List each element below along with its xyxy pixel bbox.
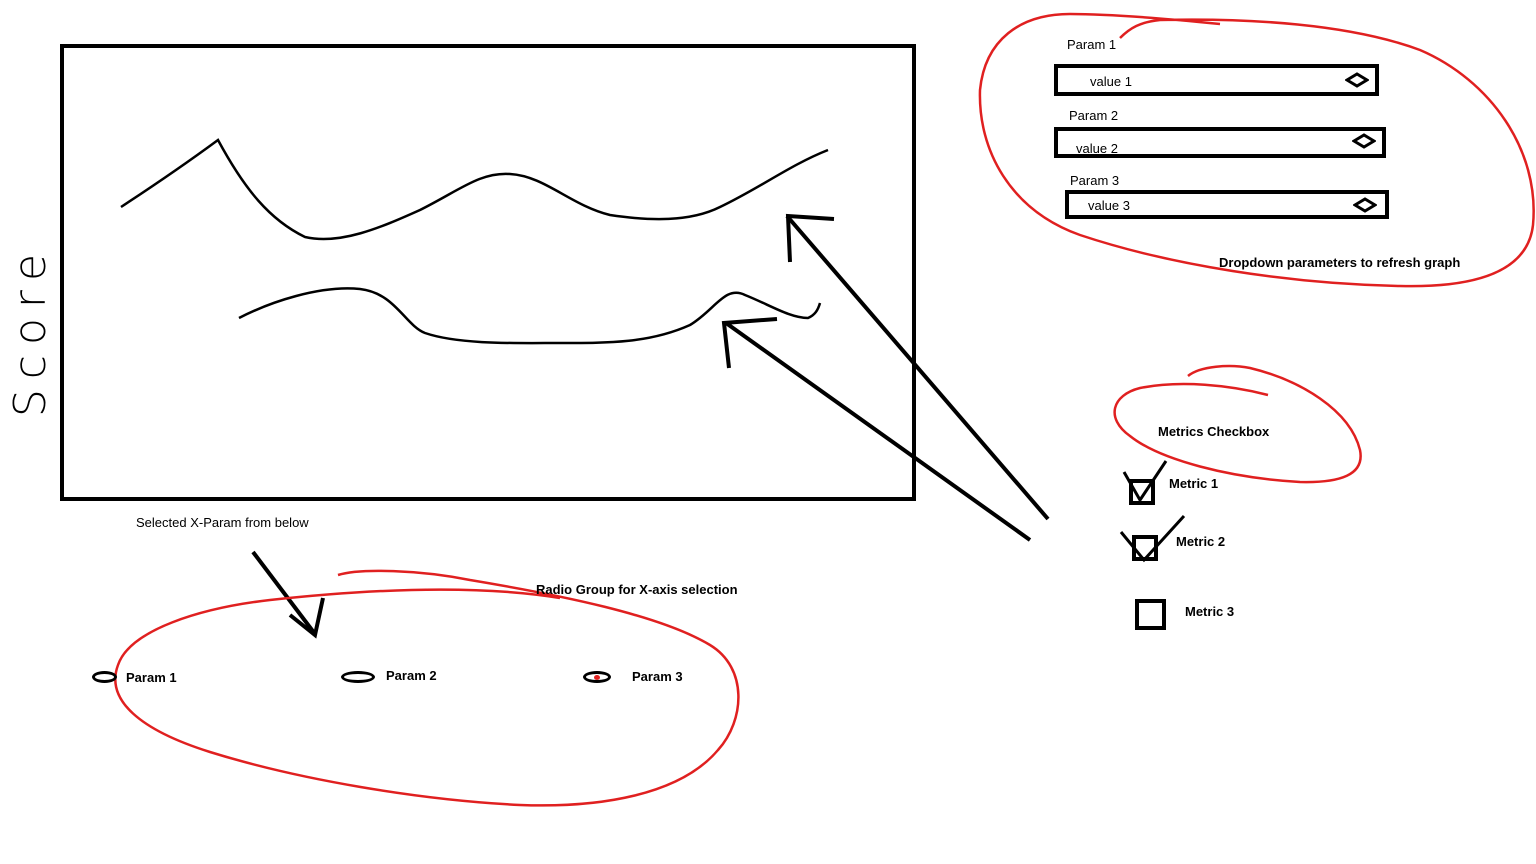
chevron-diamond-icon <box>1353 197 1377 213</box>
radio-label-3: Param 3 <box>632 669 683 684</box>
radio-param-1[interactable] <box>92 671 117 683</box>
metric-2-checkbox[interactable] <box>1132 535 1158 561</box>
radio-param-2[interactable] <box>341 671 375 683</box>
y-axis-label: Score <box>5 243 57 417</box>
radio-param-3[interactable] <box>583 671 611 683</box>
param-1-dropdown[interactable]: value 1 <box>1054 64 1379 96</box>
arrow-icon <box>288 597 325 639</box>
x-param-arrow <box>251 550 317 636</box>
metric-3-label: Metric 3 <box>1185 604 1235 619</box>
dropdown-panel-caption: Dropdown parameters to refresh graph <box>1219 255 1461 270</box>
x-axis-caption: Selected X-Param from below <box>136 515 309 530</box>
metric-1-checkbox[interactable] <box>1129 479 1155 505</box>
chevron-diamond-icon <box>1352 133 1376 149</box>
series-line-2 <box>238 287 822 345</box>
metric-2-label: Metric 2 <box>1176 534 1226 549</box>
dropdown-value-1: value 1 <box>1090 74 1132 89</box>
series-line-1 <box>120 138 829 241</box>
metric-1-label: Metric 1 <box>1169 476 1219 491</box>
metric-arrow-1 <box>785 214 1050 521</box>
param-2-dropdown[interactable]: value 2 <box>1054 127 1386 158</box>
dropdown-value-3: value 3 <box>1088 198 1130 213</box>
metric-3-checkbox[interactable] <box>1135 599 1166 630</box>
dropdown-label-1: Param 1 <box>1067 37 1117 52</box>
chevron-diamond-icon <box>1345 72 1369 88</box>
radio-label-1: Param 1 <box>126 670 177 685</box>
param-3-dropdown[interactable]: value 3 <box>1065 190 1389 219</box>
dropdown-value-2: value 2 <box>1076 141 1118 156</box>
radio-annotation-loop <box>114 569 740 807</box>
dropdown-label-2: Param 2 <box>1069 108 1119 123</box>
chart-frame <box>60 44 916 501</box>
radio-selected-dot <box>594 675 600 680</box>
metrics-panel-title: Metrics Checkbox <box>1158 424 1270 439</box>
metric-arrow-2 <box>724 321 1032 542</box>
radio-label-2: Param 2 <box>386 668 437 683</box>
radio-group-caption: Radio Group for X-axis selection <box>536 582 738 597</box>
dropdown-label-3: Param 3 <box>1070 173 1120 188</box>
